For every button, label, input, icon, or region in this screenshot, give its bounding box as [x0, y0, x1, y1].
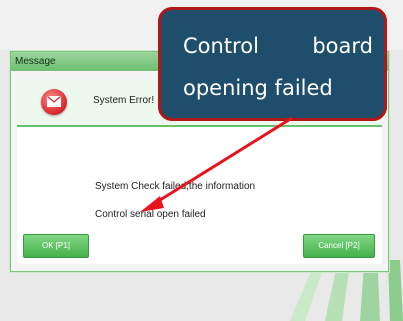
message-line-1: System Check failed,the information [95, 181, 256, 192]
error-title: System Error! [93, 95, 155, 106]
callout-word-control: Control [183, 34, 259, 58]
envelope-error-icon [41, 89, 67, 115]
annotation-callout: Control board opening failed [158, 7, 387, 121]
callout-word-board: board [312, 34, 373, 58]
cancel-button[interactable]: Cancel [P2] [303, 234, 375, 258]
callout-line-1: Control board [183, 34, 373, 58]
callout-line-2: opening failed [183, 76, 333, 100]
ok-button[interactable]: OK [P1] [23, 234, 89, 258]
message-line-2: Control serial open failed [95, 209, 206, 220]
